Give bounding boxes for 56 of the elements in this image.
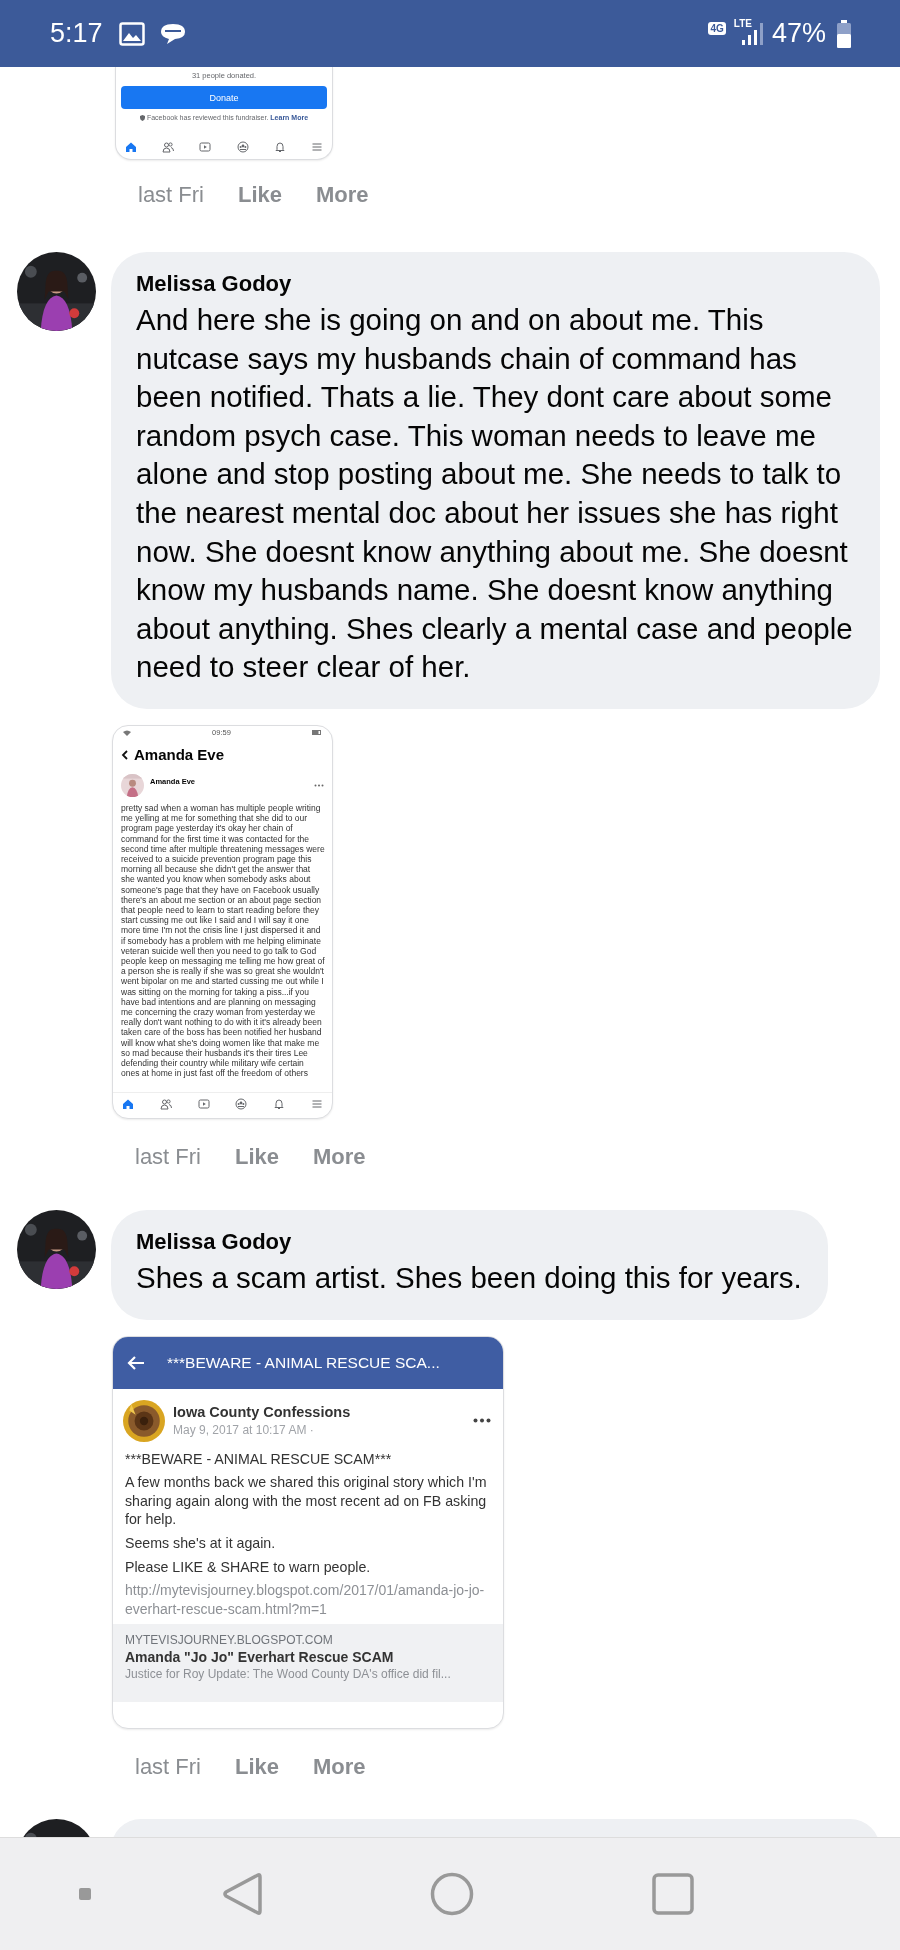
comment-time: last Fri	[138, 182, 204, 208]
post-paragraph: ***BEWARE - ANIMAL RESCUE SCAM***	[125, 1449, 393, 1469]
battery-icon	[836, 19, 852, 48]
home-icon[interactable]	[125, 141, 137, 153]
groups-icon[interactable]	[235, 1097, 248, 1110]
clock: 5:17	[50, 18, 103, 49]
comment-time: last Fri	[135, 1143, 201, 1170]
comment-author[interactable]: Melissa Godoy	[136, 271, 854, 297]
comment-time: last Fri	[135, 1753, 201, 1780]
recents-icon[interactable]	[652, 1873, 694, 1915]
more-icon[interactable]	[473, 1418, 491, 1424]
page-name: Iowa County Confessions	[173, 1404, 352, 1421]
more-link[interactable]: More	[313, 1143, 366, 1170]
shield-icon	[139, 114, 145, 121]
more-link[interactable]: More	[316, 182, 369, 208]
video-icon[interactable]	[199, 141, 212, 153]
header-title: ***BEWARE - ANIMAL RESCUE SCA...	[167, 1353, 440, 1372]
battery-icon	[312, 730, 322, 736]
back-icon[interactable]	[121, 749, 128, 760]
groups-icon[interactable]	[236, 141, 249, 153]
back-arrow-icon[interactable]	[127, 1355, 145, 1370]
home-button-icon[interactable]	[430, 1872, 474, 1916]
friends-icon[interactable]	[159, 1097, 172, 1110]
page-title: Amanda Eve	[134, 746, 225, 764]
comment-text: And here she is going on and on about me. This nutcase says my husbands chain of command has been notified. Thats a lie. They dont care about some random psych case. This woman needs to leave me alone and stop posting about me. She needs to talk to the nearest mental doc about her issues she has right now. She doesnt know anything about me. She doesnt know my husbands name. She doesnt know anything about anything. Shes clearly a mental case and people need to steer clear of her.	[136, 302, 854, 686]
network-type: LTE	[733, 18, 752, 29]
post-date: May 9, 2017 at 10:17 AM ·	[173, 1423, 315, 1438]
comment-author[interactable]: Melissa Godoy	[136, 1228, 802, 1255]
like-link[interactable]: Like	[238, 182, 283, 208]
preview-title: Amanda "Jo Jo" Everhart Rescue SCAM	[125, 1649, 395, 1666]
more-link[interactable]: More	[313, 1753, 366, 1780]
link-preview[interactable]: MYTEVISJOURNEY.BLOGSPOT.COM Amanda "Jo Jo" Everhart Rescue SCAM Justice for Roy Update: The Wood County DA's office did fil...	[113, 1624, 503, 1703]
post-paragraph: Please LIKE & SHARE to warn people.	[125, 1557, 372, 1577]
preview-description: Justice for Roy Update: The Wood County DA's office did fil...	[125, 1667, 452, 1682]
screenshot-attachment[interactable]	[112, 724, 333, 1119]
square-icon[interactable]	[78, 1887, 92, 1901]
post-paragraph: Seems she's at it again.	[125, 1533, 277, 1553]
network-badge: 4G	[708, 22, 726, 35]
battery-percent: 47%	[771, 18, 826, 49]
post-link[interactable]: http://mytevisjourney.blogspot.com/2017/01/amanda-jo-jo-everhart-rescue-scam.html?m=1	[125, 1581, 491, 1619]
bell-icon[interactable]	[273, 141, 286, 153]
more-icon[interactable]	[314, 783, 324, 787]
post-paragraph: A few months back we shared this original story which I'm sharing again along with the most recent ad on FB asking for help.	[125, 1473, 488, 1529]
donate-button[interactable]: Donate	[121, 86, 327, 109]
preview-domain: MYTEVISJOURNEY.BLOGSPOT.COM	[125, 1633, 334, 1648]
post-text: pretty sad when a woman has multiple people writing me yelling at me for something that she did to our program page yesterday it's okay her chain of command for the first time it was contacted for the second time after multiple threatening messages were received to a suicide prevention program page this morning all because she didn't get the answer that she wanted you know when somebody asks about someone's page that they have on Facebook usually there's an about me section or an about page section that people need to learn to start reading before they start cussing me out like I said and I will say it one more time I'm not the crisis line I just dispersed it and if somebody has a problem with me helping eliminate veteran suicide well then you need to go talk to God people keep on messaging me telling me how great of a person she is really if she was so great she wouldn't went bipolar on me and started cussing me out while I was sitting on the morning for taking a piss...if you have bad intentions and are planning on messaging me concerning the crazy woman from yesterday we really don't want nothing to do with it it's already been taken care of the boss has been notified her husband will know what she's doing women like that make me so mad because their husbands it's their tires Lee defending their country while military wife certain ones at home in just fast off the freedom of others	[120, 801, 326, 1079]
like-link[interactable]: Like	[235, 1753, 280, 1780]
friends-icon[interactable]	[162, 141, 175, 153]
bell-icon[interactable]	[273, 1097, 286, 1110]
home-icon[interactable]	[122, 1097, 134, 1110]
video-icon[interactable]	[197, 1097, 210, 1110]
wifi-icon	[123, 729, 131, 736]
screenshot-attachment[interactable]	[112, 1335, 504, 1729]
comment-text: Shes a scam artist. Shes been doing this for years.	[136, 1259, 802, 1296]
like-link[interactable]: Like	[235, 1143, 280, 1170]
image-icon	[118, 21, 145, 46]
